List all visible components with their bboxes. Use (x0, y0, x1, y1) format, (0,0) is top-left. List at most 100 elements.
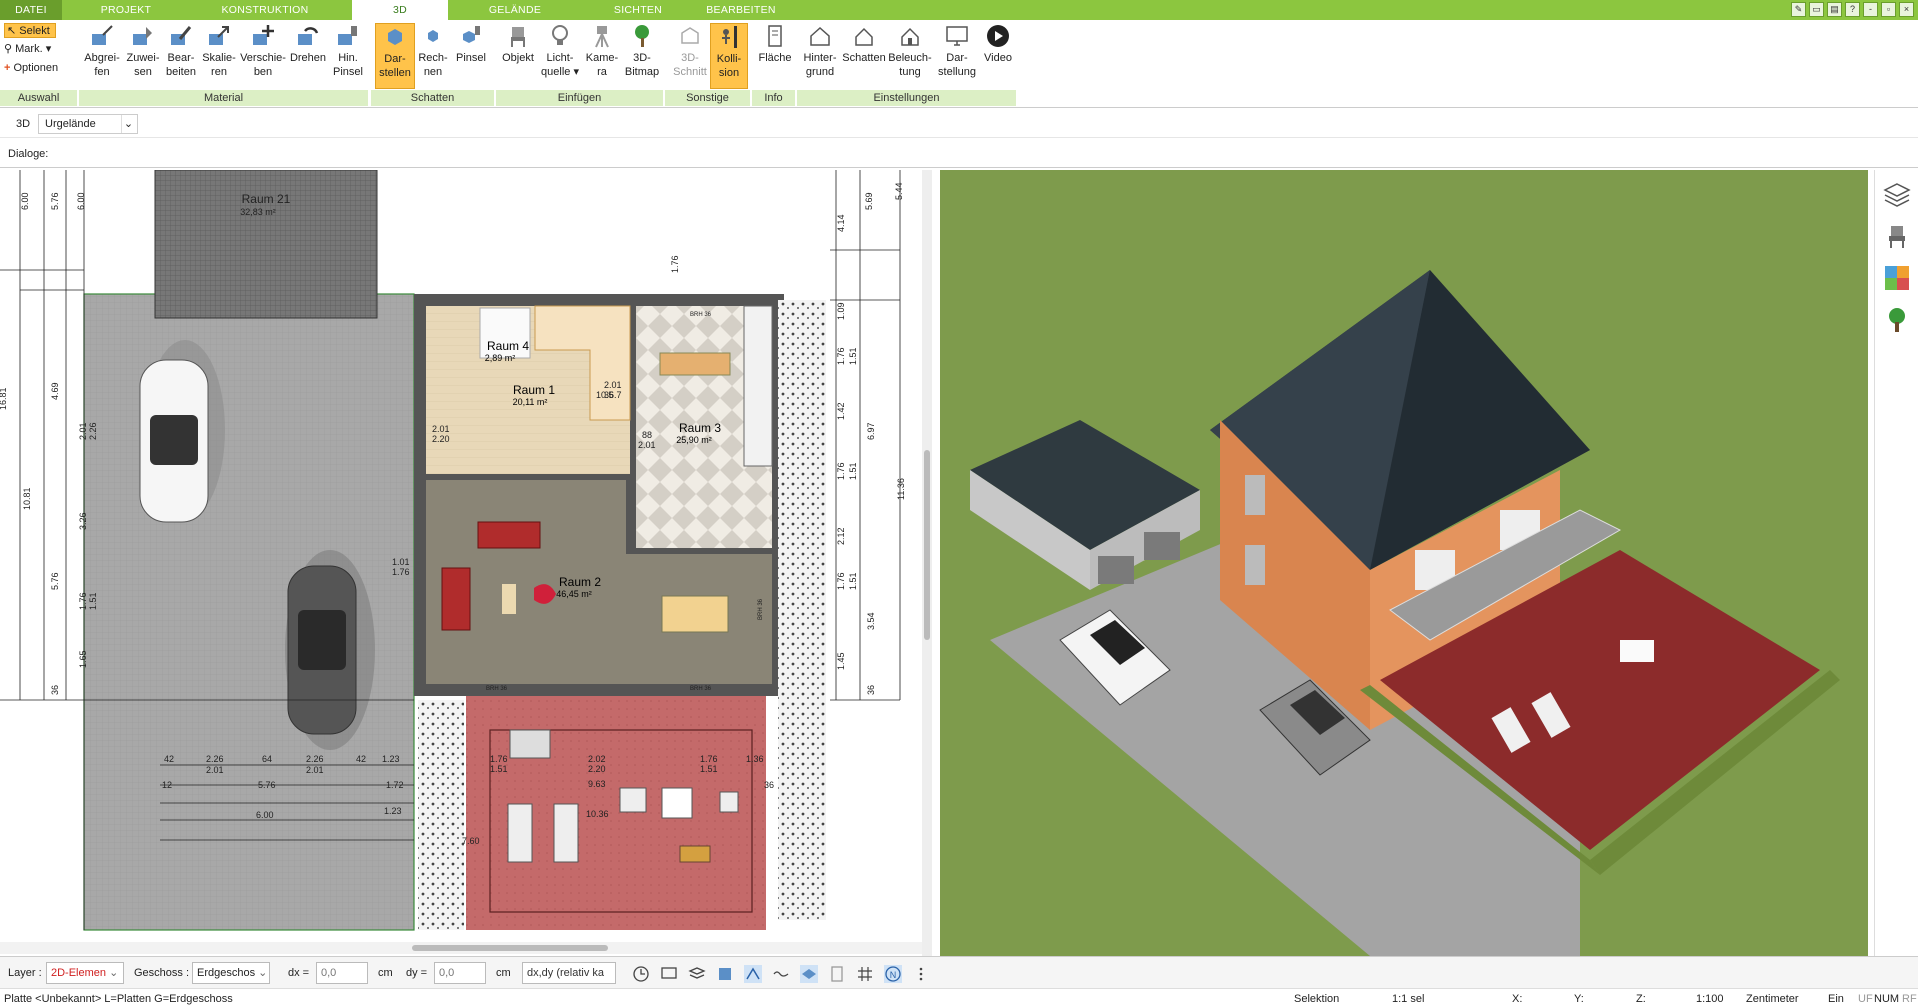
window-icon[interactable]: ▭ (1809, 2, 1824, 17)
shadow-settings-button[interactable]: Schatten (842, 23, 886, 89)
label-line1: Bear- (167, 52, 195, 64)
floor-plan-drawing[interactable]: Raum 21 32,83 m² Raum 4 2,89 m² Raum 1 2… (0, 170, 932, 956)
kitchen-counter[interactable] (743, 305, 773, 467)
rotate-material-button[interactable]: Drehen (288, 23, 328, 89)
tab-file[interactable]: DATEI (0, 0, 62, 20)
scale-material-button[interactable]: Skalie-ren (200, 23, 238, 89)
label-line2: grund (805, 66, 835, 78)
display-button[interactable]: Dar-stellung (934, 23, 980, 89)
sofa-1[interactable] (477, 521, 541, 549)
sofa-2[interactable] (441, 567, 471, 631)
car-top-view-1[interactable] (139, 340, 225, 523)
bitmap-3d-button[interactable]: 3D- Bitmap (622, 23, 662, 89)
select-label: Selekt (19, 25, 50, 37)
lounge-chair-1[interactable] (509, 729, 551, 759)
3d-label: 3D (16, 118, 31, 130)
plan-horizontal-scrollbar[interactable] (0, 942, 922, 954)
shadow-brush-button[interactable]: Pinsel (451, 23, 491, 89)
brush-material-button[interactable]: Hin. Pinsel (328, 23, 368, 89)
dx-input[interactable]: 0,0 (316, 962, 368, 984)
collision-button[interactable]: Kolli-sion (710, 23, 748, 89)
rotate-icon (298, 27, 319, 45)
document-icon[interactable] (828, 965, 846, 983)
sunlounger-2[interactable] (553, 803, 579, 863)
tools-icon[interactable]: ✎ (1791, 2, 1806, 17)
plane-icon[interactable] (800, 965, 818, 983)
garden-table[interactable] (661, 787, 693, 819)
grid-icon[interactable] (856, 965, 874, 983)
status-bar: Platte <Unbekannt> L=Platten G=Erdgescho… (0, 988, 1918, 1008)
restore-button[interactable]: ▫ (1881, 2, 1896, 17)
layers-icon[interactable] (1883, 180, 1911, 208)
layout-icon[interactable]: ▤ (1827, 2, 1842, 17)
options-button[interactable]: + Optionen (4, 61, 78, 76)
materials-icon[interactable] (1883, 264, 1911, 292)
tab-3d[interactable]: 3D (352, 0, 448, 22)
plants-icon[interactable] (1883, 306, 1911, 334)
layer-dropdown[interactable]: 2D-Elemen ⌄ (46, 962, 124, 984)
layers-color-icon[interactable] (716, 965, 734, 983)
dy-input[interactable]: 0,0 (434, 962, 486, 984)
3d-garden-table[interactable] (1620, 640, 1654, 662)
dim-bottom: 2.20 (588, 764, 606, 774)
floor-dropdown[interactable]: Erdgeschos ⌄ (192, 962, 270, 984)
pick-material-button[interactable]: Abgrei-fen (80, 23, 124, 89)
scrollbar-thumb[interactable] (924, 450, 930, 640)
garden-chair-2[interactable] (719, 791, 739, 813)
dim-bottom: 1.76 (700, 754, 718, 764)
floor-plan-view[interactable]: Raum 21 32,83 m² Raum 4 2,89 m² Raum 1 2… (0, 170, 932, 956)
tab-edit[interactable]: BEARBEITEN (700, 0, 782, 20)
monitor-icon[interactable] (660, 965, 678, 983)
furniture-icon[interactable] (1883, 222, 1911, 250)
dining-table-2[interactable] (661, 595, 729, 633)
camera-button[interactable]: Kame-ra (582, 23, 622, 89)
bottom-toolbar: Layer : 2D-Elemen ⌄ Geschoss : Erdgescho… (0, 956, 1918, 988)
scrollbar-thumb[interactable] (412, 945, 608, 951)
area-button[interactable]: Fläche (755, 23, 795, 89)
tab-construction[interactable]: KONSTRUKTION (210, 0, 320, 20)
clock-icon[interactable] (632, 965, 650, 983)
edit-material-button[interactable]: Bear-beiten (162, 23, 200, 89)
terrace-table[interactable] (679, 845, 711, 863)
3d-scene[interactable] (940, 170, 1868, 956)
background-button[interactable]: Hinter-grund (798, 23, 842, 89)
lighting-button[interactable]: Beleuch-tung (886, 23, 934, 89)
light-source-button[interactable]: Licht-quelle ▾ (540, 23, 580, 89)
dim-right: 1.51 (848, 572, 858, 590)
close-button[interactable]: × (1899, 2, 1914, 17)
coordinate-mode-dropdown[interactable]: dx,dy (relativ ka (522, 962, 616, 984)
section-3d-button[interactable]: 3D- Schnitt (670, 23, 710, 89)
terrain-dropdown[interactable]: Urgelände ⌄ (38, 114, 138, 134)
tab-terrain[interactable]: GELÄNDE (480, 0, 550, 20)
select-button[interactable]: ↖ Selekt (4, 23, 56, 38)
sunlounger-1[interactable] (507, 803, 533, 863)
group-auswahl: Auswahl (0, 90, 78, 106)
car-top-view-2[interactable] (285, 550, 375, 750)
label-line1: Video (984, 52, 1012, 64)
more-icon[interactable] (912, 965, 930, 983)
3d-view[interactable] (940, 170, 1868, 956)
mark-button[interactable]: ⚲ Mark. ▾ (4, 42, 70, 57)
video-button[interactable]: Video (980, 23, 1016, 89)
help-icon[interactable]: ? (1845, 2, 1860, 17)
plan-vertical-scrollbar[interactable] (922, 170, 932, 956)
move-material-button[interactable]: Verschie-ben (238, 23, 288, 89)
dim-left: 4.69 (50, 382, 60, 400)
show-shadow-button[interactable]: Dar-stellen (375, 23, 415, 89)
assign-material-button[interactable]: Zuwei-sen (124, 23, 162, 89)
status-z: Z: (1636, 993, 1646, 1005)
compute-shadow-button[interactable]: Rech-nen (415, 23, 451, 89)
snap-line-icon[interactable] (744, 965, 762, 983)
tab-views[interactable]: SICHTEN (605, 0, 671, 20)
object-button[interactable]: Objekt (498, 23, 538, 89)
garden-chair[interactable] (619, 787, 647, 813)
side-table[interactable] (502, 584, 516, 614)
stack-icon[interactable] (688, 965, 706, 983)
dining-table[interactable] (659, 352, 731, 376)
status-selection-count: 1:1 sel (1392, 993, 1425, 1005)
north-icon[interactable]: N (884, 965, 902, 983)
tab-project[interactable]: PROJEKT (95, 0, 157, 20)
group-info: Info (752, 90, 796, 106)
minimize-button[interactable]: - (1863, 2, 1878, 17)
wave-icon[interactable] (772, 965, 790, 983)
